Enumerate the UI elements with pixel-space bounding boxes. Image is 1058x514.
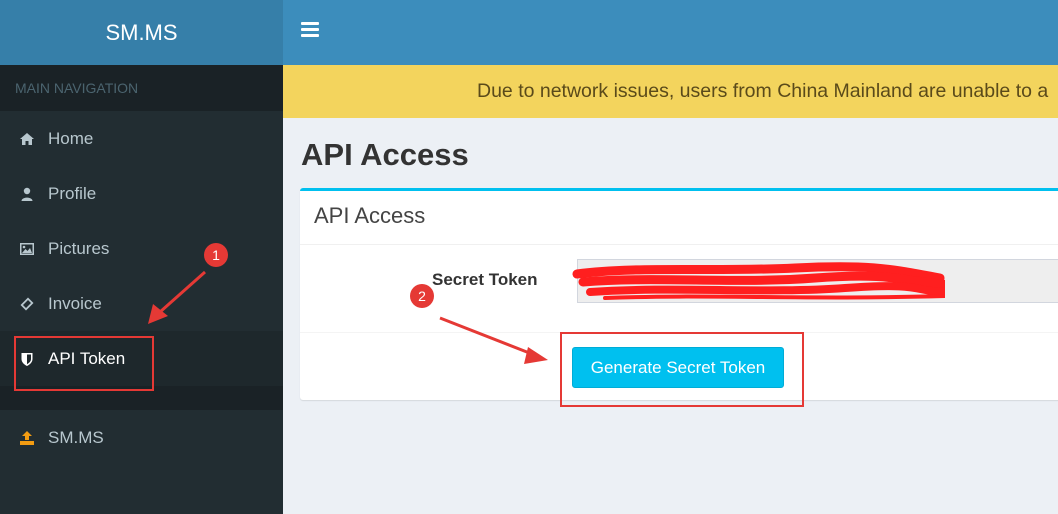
highlight-generate-button bbox=[560, 332, 804, 407]
page-title: API Access bbox=[301, 137, 469, 172]
sidebar-item-label: SM.MS bbox=[48, 427, 104, 447]
sidebar-item-label: Pictures bbox=[48, 238, 110, 258]
step-badge-1: 1 bbox=[204, 243, 228, 267]
topbar bbox=[283, 0, 1058, 65]
sidebar-item-label: Invoice bbox=[48, 293, 102, 313]
hamburger-icon[interactable] bbox=[301, 22, 319, 42]
sidebar-item-invoice[interactable]: Invoice bbox=[0, 276, 283, 331]
image-icon bbox=[18, 240, 36, 258]
secret-token-label: Secret Token bbox=[432, 270, 538, 289]
redaction-scribble bbox=[572, 262, 945, 300]
sidebar-item-label: Home bbox=[48, 128, 94, 148]
sidebar-item-label: Profile bbox=[48, 183, 97, 203]
sidebar-item-smms[interactable]: SM.MS bbox=[0, 410, 283, 465]
user-icon bbox=[18, 185, 36, 203]
ticket-icon bbox=[18, 295, 36, 313]
upload-icon bbox=[18, 429, 36, 447]
network-notice: Due to network issues, users from China … bbox=[283, 65, 1058, 118]
home-icon bbox=[18, 130, 36, 148]
logo[interactable]: SM.MS bbox=[0, 0, 283, 65]
box-title: API Access bbox=[300, 191, 1058, 245]
step-badge-2: 2 bbox=[410, 284, 434, 308]
sidebar-item-pictures[interactable]: Pictures bbox=[0, 221, 283, 276]
sidebar-item-home[interactable]: Home bbox=[0, 111, 283, 166]
sidebar: SM.MS MAIN NAVIGATION Home Profile Pictu… bbox=[0, 0, 283, 514]
sidebar-item-profile[interactable]: Profile bbox=[0, 166, 283, 221]
highlight-api-token bbox=[14, 336, 154, 391]
nav-header: MAIN NAVIGATION bbox=[0, 65, 283, 111]
